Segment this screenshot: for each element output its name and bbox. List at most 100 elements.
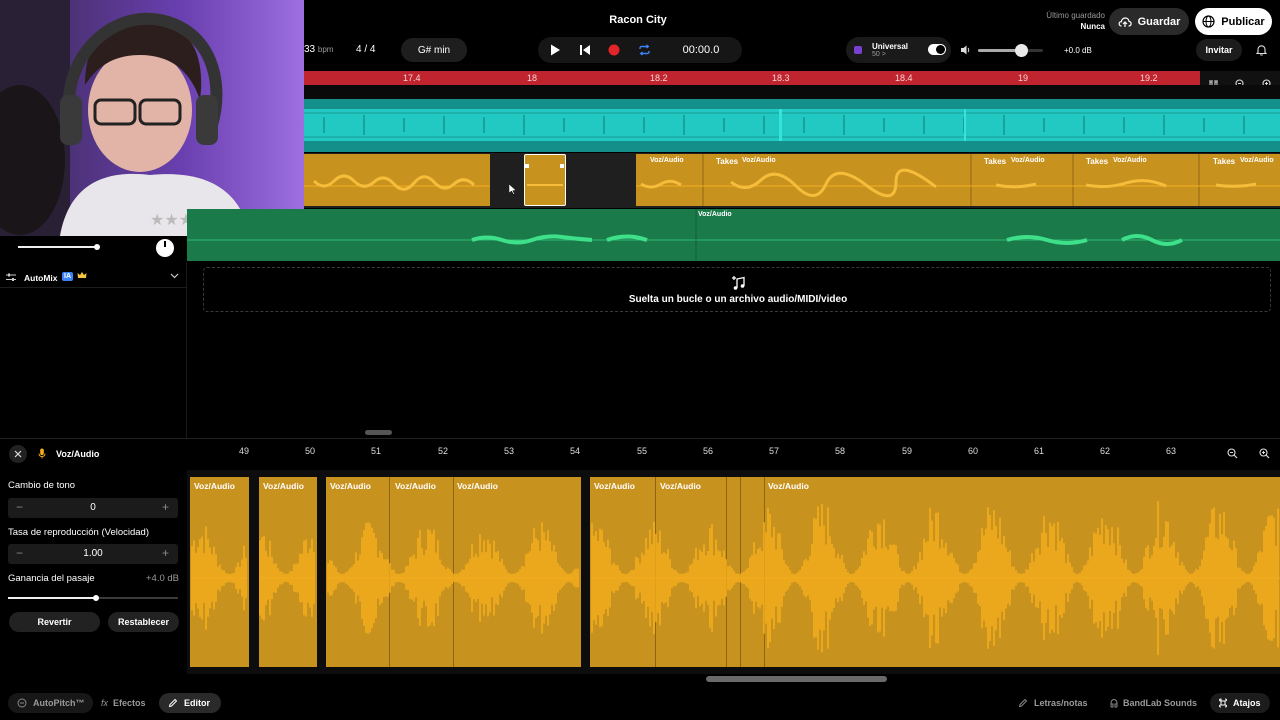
gain-label: Ganancia del pasaje: [8, 573, 95, 584]
bpm-unit: bpm: [317, 45, 334, 54]
pencil-icon: [168, 698, 178, 708]
editor-bar-ruler[interactable]: [187, 440, 1280, 470]
track-pan-knob[interactable]: [156, 239, 174, 257]
editor-divider: [0, 438, 1280, 439]
clip-label: Takes: [984, 157, 1007, 166]
pitch-value: 0: [90, 502, 96, 513]
time-signature[interactable]: 4 / 4: [356, 44, 375, 55]
plus-icon[interactable]: +: [162, 546, 169, 560]
rate-label: Tasa de reproducción (Velocidad): [8, 527, 150, 538]
tuner-name: Universal: [872, 42, 909, 51]
plus-icon[interactable]: +: [162, 500, 169, 514]
clip-label: Voz/Audio: [1240, 157, 1274, 164]
bar-number: 55: [637, 446, 648, 456]
key-button[interactable]: G# min: [401, 38, 467, 62]
invite-button[interactable]: Invitar: [1196, 39, 1242, 61]
reset-button[interactable]: Restablecer: [108, 612, 179, 632]
bar-number: 58: [835, 446, 846, 456]
editor-label: Editor: [184, 698, 210, 708]
editor-tab[interactable]: Editor: [159, 693, 221, 713]
zoom-in-icon[interactable]: [1259, 448, 1270, 459]
bell-icon[interactable]: [1256, 44, 1267, 56]
tuner-toggle[interactable]: [928, 44, 946, 55]
save-button[interactable]: Guardar: [1109, 8, 1189, 35]
timeline-ruler[interactable]: 17.4 18 18.2 18.3 18.4 19 19.2: [304, 71, 1200, 85]
music-note-plus-icon: [730, 275, 746, 291]
bar-number: 52: [438, 446, 449, 456]
bar-number: 53: [504, 446, 515, 456]
globe-icon: [1202, 15, 1215, 28]
rate-value: 1.00: [83, 548, 103, 559]
ruler-tick: 19: [1018, 73, 1029, 83]
mic-icon: [38, 448, 46, 459]
bar-number: 63: [1166, 446, 1177, 456]
speaker-icon[interactable]: [960, 44, 972, 56]
cyan-track[interactable]: [304, 99, 1280, 152]
last-saved-label: Último guardado: [1046, 11, 1105, 20]
publish-button[interactable]: Publicar: [1195, 8, 1272, 35]
sounds-icon: [1109, 698, 1119, 708]
project-title[interactable]: Racon City: [560, 14, 716, 26]
bar-number: 56: [703, 446, 714, 456]
gain-value: +4.0 dB: [145, 573, 179, 584]
bar-number: 61: [1034, 446, 1045, 456]
ruler-gap: [304, 85, 1280, 99]
volume-slider[interactable]: [978, 44, 1043, 57]
clip-label: Takes: [1086, 157, 1109, 166]
selected-clip[interactable]: [524, 154, 566, 206]
editor-waveform: [191, 501, 1280, 655]
bar-number: 49: [239, 446, 250, 456]
bar-number: 51: [371, 446, 382, 456]
editor-scrollbar[interactable]: [706, 676, 887, 682]
time-display: 00:00.0: [682, 44, 720, 56]
publish-label: Publicar: [1221, 15, 1265, 28]
track-sidebar: [0, 262, 187, 438]
clip-label: Voz/Audio: [1113, 157, 1147, 164]
rate-stepper[interactable]: − 1.00 +: [8, 544, 178, 564]
volume-db: +0.0 dB: [1064, 46, 1092, 55]
zoom-out-icon[interactable]: [1227, 448, 1238, 459]
lyrics-label: Letras/notas: [1034, 698, 1088, 708]
ruler-tick: 18.3: [772, 73, 790, 83]
save-label: Guardar: [1137, 15, 1181, 28]
lyrics-tab[interactable]: Letras/notas: [1010, 693, 1104, 713]
panel-resize-handle[interactable]: [365, 430, 392, 435]
effects-tab[interactable]: fx Efectos: [96, 693, 156, 713]
notes-icon: [1018, 698, 1028, 708]
pitch-stepper[interactable]: − 0 +: [8, 498, 178, 518]
autopitch-icon: [17, 698, 27, 708]
ruler-tick: 18.4: [895, 73, 913, 83]
sounds-tab[interactable]: BandLab Sounds: [1104, 693, 1204, 713]
gain-slider[interactable]: [8, 595, 178, 601]
clip-label: Voz/Audio: [1011, 157, 1045, 164]
bar-number: 59: [902, 446, 913, 456]
close-editor-button[interactable]: [9, 445, 27, 463]
editor-track-name: Voz/Audio: [56, 449, 100, 459]
loop-icon[interactable]: [638, 44, 651, 56]
autopitch-label: AutoPitch™: [33, 698, 85, 708]
revert-button[interactable]: Revertir: [9, 612, 100, 632]
pitch-label: Cambio de tono: [8, 480, 76, 491]
clip-label: Voz/Audio: [698, 211, 732, 218]
tuner-value: 50 >: [872, 51, 886, 58]
tuner-icon: [854, 46, 862, 54]
record-icon[interactable]: [608, 44, 620, 56]
green-track[interactable]: [187, 209, 1280, 261]
bpm-display[interactable]: 33 bpm: [304, 44, 333, 55]
bar-number: 57: [769, 446, 780, 456]
crown-icon: [77, 271, 87, 280]
cyan-waveform: [304, 109, 1280, 141]
effects-icon: fx: [101, 698, 109, 708]
clip[interactable]: [304, 154, 490, 206]
shortcuts-tab[interactable]: Atajos: [1210, 693, 1270, 713]
chevron-down-icon[interactable]: [170, 273, 179, 279]
clip-label: Takes: [1213, 157, 1236, 166]
play-icon[interactable]: [550, 44, 561, 56]
automix-row[interactable]: AutoMix IA: [0, 268, 187, 288]
effects-label: Efectos: [113, 698, 146, 708]
shortcuts-label: Atajos: [1233, 698, 1261, 708]
skip-back-icon[interactable]: [579, 44, 591, 56]
track-volume-slider[interactable]: [18, 244, 100, 250]
drop-zone[interactable]: Suelta un bucle o un archivo audio/MIDI/…: [203, 267, 1271, 312]
autopitch-tab[interactable]: AutoPitch™: [8, 693, 93, 713]
